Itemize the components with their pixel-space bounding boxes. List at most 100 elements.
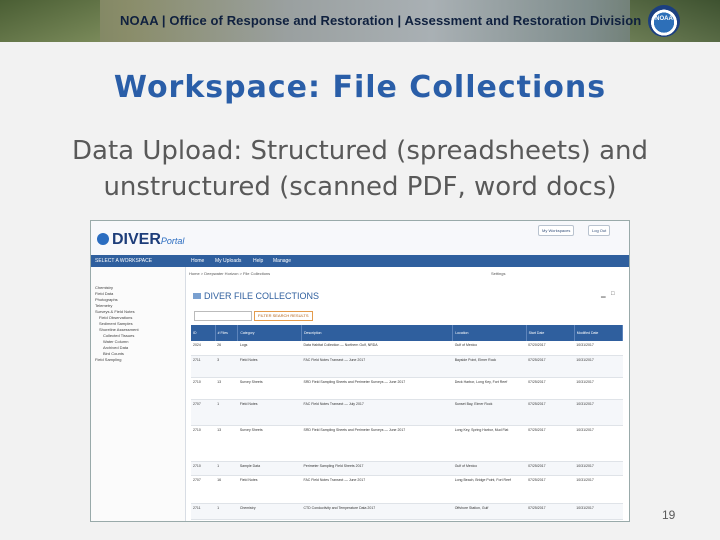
cell: Deck Harbor, Long Key, Fort Reef: [452, 377, 527, 400]
log-out-button[interactable]: Log Out: [588, 225, 611, 236]
table-row[interactable]: 2710 1 Sample Data Perimeter Sampling Field…: [191, 461, 623, 476]
cell: 07/25/2017: [526, 461, 575, 476]
search-input[interactable]: [194, 311, 252, 321]
minimize-icon[interactable]: ▁: [601, 291, 606, 298]
cell: Chemistry: [237, 503, 302, 520]
tree-item[interactable]: Field Sampling: [95, 357, 185, 363]
cell: Field Notes: [237, 355, 302, 378]
header-banner: NOAA | Office of Response and Restoratio…: [0, 0, 720, 42]
nav-my-uploads[interactable]: My Uploads: [215, 255, 241, 267]
nav-help[interactable]: Help: [253, 255, 263, 267]
table-row[interactable]: 2707 1 Field Notes FAC Field Notes Transect…: [191, 399, 623, 426]
diver-topbar: DIVERPortal My Workspaces Log Out: [91, 221, 629, 255]
cell: 2024: [191, 341, 216, 356]
cell: 07/25/2017: [526, 355, 575, 378]
table-row[interactable]: 2711 1 Chemistry CTD Conductivity and Tempe…: [191, 503, 623, 520]
cell: 10/31/2017: [574, 475, 623, 504]
cell: 07/25/2017: [526, 503, 575, 520]
cell: 13: [215, 425, 238, 462]
file-collections-table: ID # Files Category Description Location…: [191, 325, 624, 520]
cell: Logs: [237, 341, 302, 356]
cell: 1: [215, 461, 238, 476]
cell: 2707: [191, 399, 216, 426]
cell: 2710: [191, 425, 216, 462]
cell: 07/25/2017: [526, 399, 575, 426]
nav-manage[interactable]: Manage: [273, 255, 291, 267]
cell: Survey Sheets: [237, 425, 302, 462]
cell: Field Notes: [237, 475, 302, 504]
cell: 07/25/2017: [526, 377, 575, 400]
breadcrumb[interactable]: Home > Deepwater Horizon > File Collecti…: [189, 271, 270, 276]
cell: 10/31/2017: [574, 377, 623, 400]
cell: FAC Field Notes Transect — June 2017: [301, 355, 453, 378]
cell: Offshore Station, Gulf: [452, 503, 527, 520]
cell: Gulf of Mexico: [452, 461, 527, 476]
cell: Sunset Bay, Elmer Rock: [452, 399, 527, 426]
col-modified-date[interactable]: Modified Date: [574, 325, 624, 341]
banner-photo-left: [0, 0, 100, 42]
noaa-logo-icon: NOAA: [648, 5, 680, 37]
cell: 07/25/2017: [526, 475, 575, 504]
cell: 10/31/2017: [574, 355, 623, 378]
file-collections-title: DIVER FILE COLLECTIONS: [193, 291, 319, 301]
cell: Long Key, Spring Harbor, Mud Flat: [452, 425, 527, 462]
cell: 1: [215, 503, 238, 520]
cell: Gulf of Mexico: [452, 341, 527, 356]
table-row[interactable]: 2710 13 Survey Sheets SRD Field Sampling Sh…: [191, 377, 623, 400]
table-row[interactable]: 2024 26 Logs Data Habitat Collection — Nort…: [191, 341, 623, 356]
cell: Survey Sheets: [237, 377, 302, 400]
page-number: 19: [662, 508, 676, 522]
cell: 3: [215, 355, 238, 378]
cell: 10/31/2017: [574, 503, 623, 520]
settings-link[interactable]: Settings: [491, 271, 505, 276]
table-row[interactable]: 2711 3 Field Notes FAC Field Notes Transect…: [191, 355, 623, 378]
diver-screenshot: DIVERPortal My Workspaces Log Out SELECT…: [90, 220, 630, 522]
col-id[interactable]: ID: [191, 325, 216, 341]
col-location[interactable]: Location: [452, 325, 527, 341]
cell: Bayside Point, Elmer Rock: [452, 355, 527, 378]
filter-search-results-button[interactable]: FILTER SEARCH RESULTS: [254, 311, 313, 321]
cell: 10/31/2017: [574, 341, 623, 356]
cell: 10/31/2017: [574, 461, 623, 476]
diver-logo: DIVERPortal: [97, 231, 184, 249]
cell: Data Habitat Collection — Northern Gulf,…: [301, 341, 453, 356]
cell: Long Beach, Bridge Point, Fort Reef: [452, 475, 527, 504]
table-row[interactable]: 2707 16 Field Notes FAC Field Notes Transec…: [191, 475, 623, 504]
cell: Sample Data: [237, 461, 302, 476]
col-files[interactable]: # Files: [215, 325, 239, 341]
cell: 13: [215, 377, 238, 400]
cell: 1: [215, 399, 238, 426]
cell: 2710: [191, 461, 216, 476]
cell: 2711: [191, 503, 216, 520]
col-category[interactable]: Category: [237, 325, 302, 341]
folder-icon: [193, 293, 201, 299]
cell: SRD Field Sampling Sheets and Perimeter …: [301, 377, 453, 400]
cell: 26: [215, 341, 238, 356]
cell: 07/25/2017: [526, 425, 575, 462]
nav-home[interactable]: Home: [191, 255, 204, 267]
col-start-date[interactable]: Start Date: [526, 325, 575, 341]
cell: 2707: [191, 475, 216, 504]
table-row[interactable]: 2710 13 Survey Sheets SRD Field Sampling Sh…: [191, 425, 623, 462]
cell: FAC Field Notes Transect — June 2017: [301, 475, 453, 504]
cell: 2710: [191, 377, 216, 400]
banner-title: NOAA | Office of Response and Restoratio…: [120, 13, 642, 28]
select-workspace-header[interactable]: SELECT A WORKSPACE: [91, 255, 185, 267]
globe-icon: [97, 233, 109, 245]
cell: 16: [215, 475, 238, 504]
cell: Field Notes: [237, 399, 302, 426]
col-description[interactable]: Description: [301, 325, 454, 341]
cell: 2711: [191, 355, 216, 378]
slide-subtitle: Data Upload: Structured (spreadsheets) a…: [71, 136, 648, 202]
my-workspaces-button[interactable]: My Workspaces: [538, 225, 575, 236]
table-header-row: ID # Files Category Description Location…: [191, 325, 624, 341]
slide-title: Workspace: File Collections: [113, 70, 607, 105]
diver-nav-bar: Home My Uploads Help Manage: [185, 255, 629, 267]
workspace-tree: Chemistry Field Data Photographs Telemet…: [95, 285, 185, 363]
workspace-sidebar: SELECT A WORKSPACE Chemistry Field Data …: [91, 255, 186, 521]
cell: FAC Field Notes Transect — July 2017: [301, 399, 453, 426]
maximize-icon[interactable]: □: [611, 291, 615, 297]
cell: SRD Field Sampling Sheets and Perimeter …: [301, 425, 453, 462]
cell: 10/31/2017: [574, 425, 623, 462]
cell: Perimeter Sampling Field Sheets 2017: [301, 461, 453, 476]
